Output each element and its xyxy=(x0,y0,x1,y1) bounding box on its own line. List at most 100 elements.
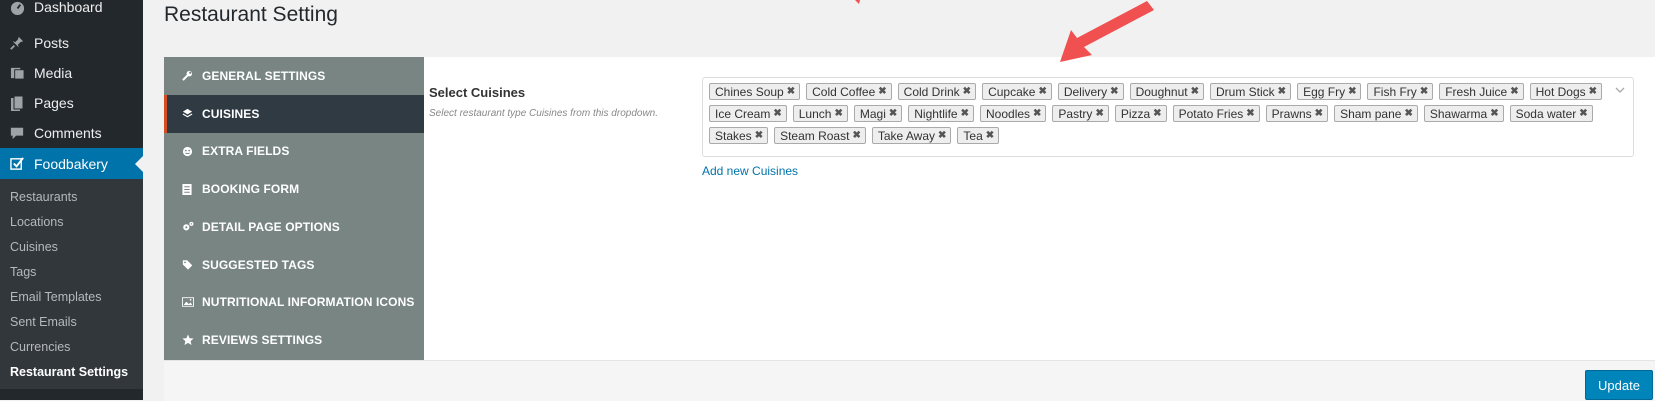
cuisine-tag: Sham pane ✖ xyxy=(1334,105,1418,122)
menu-posts[interactable]: Posts xyxy=(0,28,143,58)
smiley-icon xyxy=(182,146,202,157)
remove-tag-icon[interactable]: ✖ xyxy=(1490,108,1498,119)
cuisine-tag-label: Prawns xyxy=(1271,106,1312,121)
cuisine-tag-label: Tea xyxy=(963,128,983,143)
menu-foodbakery[interactable]: Foodbakery xyxy=(0,148,143,179)
page-title: Restaurant Setting xyxy=(164,3,338,26)
chevron-down-icon[interactable] xyxy=(1615,84,1625,96)
cuisine-tag-label: Lunch xyxy=(798,106,832,121)
remove-tag-icon[interactable]: ✖ xyxy=(938,130,946,141)
remove-tag-icon[interactable]: ✖ xyxy=(963,86,971,97)
tab-booking-form[interactable]: BOOKING FORM xyxy=(164,170,424,208)
remove-tag-icon[interactable]: ✖ xyxy=(1579,108,1587,119)
foodbakery-submenu: Restaurants Locations Cuisines Tags Emai… xyxy=(0,179,143,389)
remove-tag-icon[interactable]: ✖ xyxy=(1110,86,1118,97)
remove-tag-icon[interactable]: ✖ xyxy=(1589,86,1597,97)
cuisine-tag: Pastry ✖ xyxy=(1052,105,1109,122)
cuisine-tag-label: Doughnut xyxy=(1135,84,1188,99)
cuisine-tag-label: Soda water xyxy=(1515,106,1577,121)
remove-tag-icon[interactable]: ✖ xyxy=(1191,86,1199,97)
cuisine-tag: Ice Cream ✖ xyxy=(709,105,787,122)
menu-comments[interactable]: Comments xyxy=(0,118,143,148)
submenu-restaurants[interactable]: Restaurants xyxy=(0,185,143,210)
cuisine-tag: Drum Stick ✖ xyxy=(1210,83,1292,100)
cuisine-tag-label: Delivery xyxy=(1063,84,1108,99)
cuisine-tag: Cold Drink ✖ xyxy=(897,83,977,100)
remove-tag-icon[interactable]: ✖ xyxy=(834,108,842,119)
star-icon xyxy=(182,334,202,346)
remove-tag-icon[interactable]: ✖ xyxy=(986,130,994,141)
menu-media[interactable]: Media xyxy=(0,58,143,88)
remove-tag-icon[interactable]: ✖ xyxy=(1420,86,1428,97)
cuisine-tag-label: Egg Fry xyxy=(1303,84,1346,99)
cuisine-tag: Potato Fries ✖ xyxy=(1172,105,1260,122)
remove-tag-icon[interactable]: ✖ xyxy=(852,130,860,141)
submenu-locations[interactable]: Locations xyxy=(0,210,143,235)
remove-tag-icon[interactable]: ✖ xyxy=(1033,108,1041,119)
add-new-cuisines-link[interactable]: Add new Cuisines xyxy=(702,164,798,178)
submenu-cuisines[interactable]: Cuisines xyxy=(0,235,143,260)
remove-tag-icon[interactable]: ✖ xyxy=(755,130,763,141)
cuisine-tag-label: Magi xyxy=(859,106,886,121)
tab-nutritional-information-icons[interactable]: NUTRITIONAL INFORMATION ICONS xyxy=(164,284,424,322)
cuisine-tag-label: Cold Drink xyxy=(903,84,960,99)
cuisine-tag: Shawarma ✖ xyxy=(1423,105,1504,122)
cuisine-tag-label: Pizza xyxy=(1120,106,1151,121)
cuisine-tag: Tea ✖ xyxy=(957,127,1000,144)
menu-pages[interactable]: Pages xyxy=(0,88,143,118)
remove-tag-icon[interactable]: ✖ xyxy=(773,108,781,119)
remove-tag-icon[interactable]: ✖ xyxy=(1153,108,1161,119)
tab-detail-page-options[interactable]: DETAIL PAGE OPTIONS xyxy=(164,208,424,246)
submenu-currencies[interactable]: Currencies xyxy=(0,335,143,360)
remove-tag-icon[interactable]: ✖ xyxy=(1278,86,1286,97)
remove-tag-icon[interactable]: ✖ xyxy=(1095,108,1103,119)
remove-tag-icon[interactable]: ✖ xyxy=(1510,86,1518,97)
cuisine-tag: Cold Coffee ✖ xyxy=(806,83,892,100)
cuisine-tag-label: Potato Fries xyxy=(1178,106,1244,121)
cuisine-tag: Hot Dogs ✖ xyxy=(1529,83,1603,100)
cuisine-tag: Fish Fry ✖ xyxy=(1367,83,1434,100)
remove-tag-icon[interactable]: ✖ xyxy=(878,86,886,97)
submenu-email-templates[interactable]: Email Templates xyxy=(0,285,143,310)
tab-extra-fields[interactable]: EXTRA FIELDS xyxy=(164,133,424,171)
cuisine-tag: Fresh Juice ✖ xyxy=(1439,83,1524,100)
cuisine-tag: Delivery ✖ xyxy=(1057,83,1124,100)
cuisine-tag-label: Nightlife xyxy=(914,106,958,121)
cuisine-tag: Doughnut ✖ xyxy=(1129,83,1204,100)
submenu-tags[interactable]: Tags xyxy=(0,260,143,285)
cuisine-tag: Take Away ✖ xyxy=(871,127,952,144)
cuisine-tag-label: Stakes xyxy=(715,128,752,143)
remove-tag-icon[interactable]: ✖ xyxy=(787,86,795,97)
cuisine-tag: Prawns ✖ xyxy=(1265,105,1329,122)
admin-sidebar: Dashboard Posts Media Pages Comments Foo… xyxy=(0,0,143,400)
cuisines-field-description: Select restaurant type Cuisines from thi… xyxy=(429,108,658,119)
cuisine-tag-label: Cupcake xyxy=(988,84,1036,99)
tags-icon xyxy=(182,259,202,270)
cuisine-tag: Egg Fry ✖ xyxy=(1297,83,1362,100)
tab-cuisines[interactable]: CUISINES xyxy=(164,94,424,133)
tab-reviews-settings[interactable]: REVIEWS SETTINGS xyxy=(164,321,424,359)
cuisines-multiselect[interactable]: Chines Soup ✖ Cold Coffee ✖ Cold Drink ✖ Cupca… xyxy=(702,77,1634,157)
cuisine-tag: Nightlife ✖ xyxy=(908,105,974,122)
tab-suggested-tags[interactable]: SUGGESTED TAGS xyxy=(164,246,424,284)
media-icon xyxy=(0,66,34,80)
page-icon xyxy=(0,95,34,111)
update-button[interactable]: Update xyxy=(1585,370,1653,400)
gears-icon xyxy=(182,221,202,232)
cuisine-tag-label: Steam Roast xyxy=(780,128,850,143)
remove-tag-icon[interactable]: ✖ xyxy=(1038,86,1046,97)
cuisine-tag-label: Fish Fry xyxy=(1373,84,1417,99)
remove-tag-icon[interactable]: ✖ xyxy=(1315,108,1323,119)
remove-tag-icon[interactable]: ✖ xyxy=(1246,108,1254,119)
tab-general-settings[interactable]: GENERAL SETTINGS xyxy=(164,57,424,95)
remove-tag-icon[interactable]: ✖ xyxy=(961,108,969,119)
remove-tag-icon[interactable]: ✖ xyxy=(1348,86,1356,97)
submenu-restaurant-settings[interactable]: Restaurant Settings xyxy=(0,360,143,385)
cuisines-field-label: Select Cuisines xyxy=(429,85,526,100)
remove-tag-icon[interactable]: ✖ xyxy=(1404,108,1412,119)
menu-dashboard[interactable]: Dashboard xyxy=(0,0,143,18)
submenu-sent-emails[interactable]: Sent Emails xyxy=(0,310,143,335)
dashboard-icon xyxy=(0,0,34,15)
cuisine-tag-label: Fresh Juice xyxy=(1445,84,1508,99)
remove-tag-icon[interactable]: ✖ xyxy=(889,108,897,119)
